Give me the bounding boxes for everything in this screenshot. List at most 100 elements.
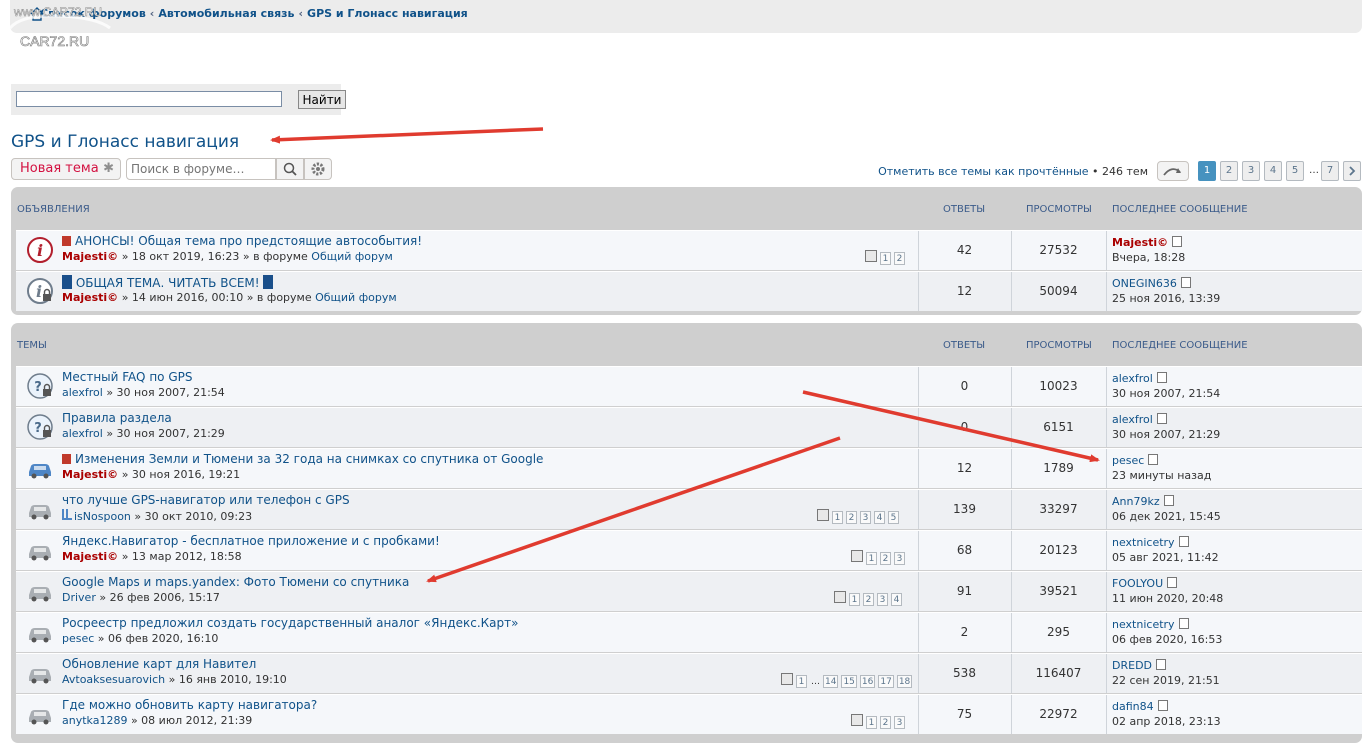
next-page-button[interactable] [1343,161,1361,181]
last-post-author-link[interactable]: ONEGIN636 [1112,277,1177,290]
last-post-author-link[interactable]: DREDD [1112,659,1152,672]
announcement-locked-icon[interactable]: i [26,277,54,305]
topic-title-link[interactable]: ОБЩАЯ ТЕМА. ЧИТАТЬ ВСЕМ! [76,276,260,290]
goto-last-post-icon[interactable] [1148,454,1159,465]
page-5[interactable]: 5 [1286,161,1304,181]
topic-title-link[interactable]: АНОНСЫ! Общая тема про предстоящие автос… [75,234,422,248]
last-post-author-link[interactable]: nextnicetry [1112,536,1175,549]
page-2[interactable]: 2 [1220,161,1238,181]
topic-page-link[interactable]: 2 [880,716,891,729]
author-link[interactable]: alexfrol [62,427,103,440]
topic-page-link[interactable]: 2 [863,593,874,606]
goto-last-post-icon[interactable] [1172,236,1183,247]
advanced-search-button[interactable] [304,158,332,180]
topic-page-link[interactable]: 2 [880,552,891,565]
topic-page-link[interactable]: 15 [841,675,857,688]
author-link[interactable]: isNospoon [74,510,131,523]
topic-car-icon[interactable] [26,659,54,687]
topic-title-link[interactable]: что лучше GPS-навигатор или телефон с GP… [62,493,350,507]
sticky-locked-icon[interactable]: ? [26,413,54,441]
goto-last-post-icon[interactable] [1156,372,1167,383]
page-1[interactable]: 1 [1198,161,1216,181]
topic-page-link[interactable]: 4 [891,593,902,606]
topic-page-link[interactable]: 18 [896,675,913,688]
topic-page-link[interactable]: 17 [878,675,894,688]
search-button[interactable]: Найти [298,90,346,109]
goto-last-post-icon[interactable] [1178,536,1189,547]
topic-page-link[interactable]: 2 [846,511,857,524]
last-post-author-link[interactable]: FOOLYOU [1112,577,1163,590]
topic-title-link[interactable]: Где можно обновить карту навигатора? [62,698,317,712]
author-link[interactable]: Majesti© [62,550,118,563]
post-date: » 14 июн 2016, 00:10 [121,291,244,304]
topic-page-link[interactable]: 3 [894,552,905,565]
topic-page-link[interactable]: 16 [859,675,876,688]
goto-last-post-icon[interactable] [1180,277,1191,288]
breadcrumb-forum-list[interactable]: Список форумов [40,7,146,20]
announcement-icon[interactable]: i [26,236,54,264]
topic-page-link[interactable]: 1 [849,593,860,606]
page-last[interactable]: 7 [1321,161,1339,181]
forum-link[interactable]: Общий форум [311,250,393,263]
topic-page-link[interactable]: 1 [866,552,877,565]
forum-link[interactable]: Общий форум [315,291,397,304]
topic-page-link[interactable]: 2 [894,252,905,265]
topic-page-link[interactable]: 4 [874,511,885,524]
search-input[interactable] [16,91,282,107]
sticky-locked-icon[interactable]: ? [26,372,54,400]
forum-search-input[interactable] [126,158,276,180]
last-post-author-link[interactable]: nextnicetry [1112,618,1175,631]
topic-page-link[interactable]: 14 [823,675,839,688]
author-link[interactable]: Majesti© [62,291,118,304]
topic-page-link[interactable]: 1 [866,716,877,729]
goto-last-post-icon[interactable] [1157,700,1168,711]
topic-title-link[interactable]: Росреестр предложил создать государствен… [62,616,518,630]
goto-last-post-icon[interactable] [1156,659,1167,670]
author-link[interactable]: Majesti© [62,468,118,481]
page-title[interactable]: GPS и Глонасс навигация [11,132,239,152]
author-link[interactable]: Avtoaksesuarovich [62,673,165,686]
goto-last-post-icon[interactable] [1156,413,1167,424]
last-post-author-link[interactable]: Ann79kz [1112,495,1160,508]
page-4[interactable]: 4 [1264,161,1282,181]
topic-title-link[interactable]: Правила раздела [62,411,172,425]
page-3[interactable]: 3 [1242,161,1260,181]
topic-car-icon[interactable] [26,495,54,523]
last-post-author-link[interactable]: alexfrol [1112,413,1153,426]
mark-all-read-link[interactable]: Отметить все темы как прочтённые [878,165,1088,178]
author-link[interactable]: alexfrol [62,386,103,399]
breadcrumb-auto-comm[interactable]: Автомобильная связь [158,7,294,20]
author-link[interactable]: pesec [62,632,94,645]
topic-car-icon[interactable] [26,454,54,482]
topic-page-link[interactable]: 3 [860,511,871,524]
topic-car-icon[interactable] [26,536,54,564]
new-topic-button[interactable]: Новая тема ✱ [11,158,121,180]
topic-page-link[interactable]: 1 [880,252,891,265]
author-link[interactable]: anytka1289 [62,714,127,727]
forum-search-button[interactable] [276,158,304,180]
breadcrumb-gps[interactable]: GPS и Глонасс навигация [307,7,468,20]
topic-title-link[interactable]: Яндекс.Навигатор - бесплатное приложение… [62,534,440,548]
author-link[interactable]: Majesti© [62,250,118,263]
topic-title-link[interactable]: Изменения Земли и Тюмени за 32 года на с… [75,452,543,466]
author-link[interactable]: Driver [62,591,96,604]
topic-car-icon[interactable] [26,618,54,646]
topic-car-icon[interactable] [26,577,54,605]
topic-page-link[interactable]: 1 [832,511,843,524]
topic-page-link[interactable]: 1 [796,675,807,688]
topic-page-link[interactable]: 5 [888,511,899,524]
last-post-author-link[interactable]: pesec [1112,454,1144,467]
goto-last-post-icon[interactable] [1178,618,1189,629]
topic-title-link[interactable]: Google Maps и maps.yandex: Фото Тюмени с… [62,575,409,589]
last-post-author-link[interactable]: Majesti© [1112,236,1168,249]
last-post-author-link[interactable]: alexfrol [1112,372,1153,385]
topic-page-link[interactable]: 3 [877,593,888,606]
topic-title-link[interactable]: Местный FAQ по GPS [62,370,192,384]
last-post-author-link[interactable]: dafin84 [1112,700,1154,713]
topic-title-link[interactable]: Обновление карт для Навител [62,657,256,671]
jump-to-page-button[interactable] [1157,161,1189,181]
goto-last-post-icon[interactable] [1167,577,1178,588]
goto-last-post-icon[interactable] [1163,495,1174,506]
topic-car-icon[interactable] [26,700,54,728]
topic-page-link[interactable]: 3 [894,716,905,729]
